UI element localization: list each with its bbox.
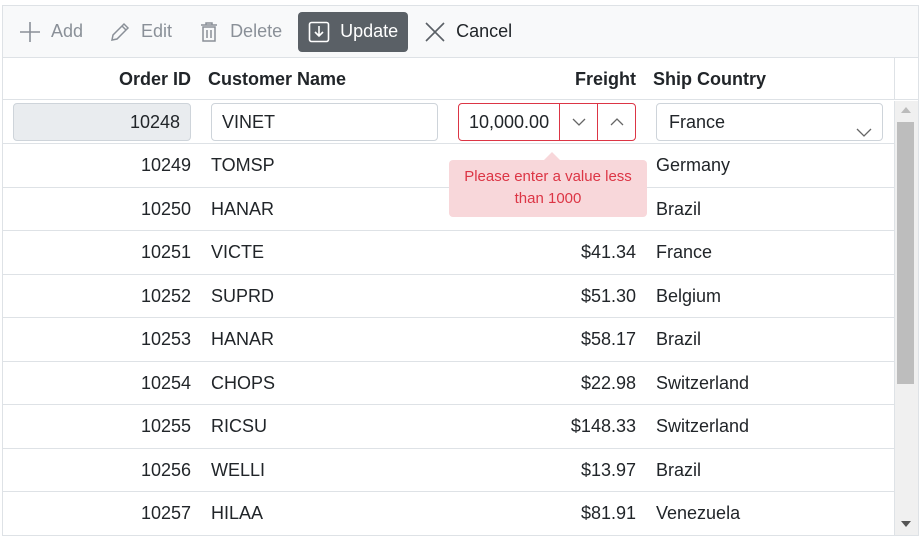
header-scrollbar-spacer	[894, 58, 918, 100]
cell-freight: $51.30	[580, 285, 636, 306]
chevron-up-icon	[610, 118, 623, 126]
cell-customer-name: CHOPS	[211, 372, 276, 393]
save-icon	[308, 21, 330, 43]
cell-customer-name: WELLI	[211, 459, 266, 480]
cell-order-id: 10252	[140, 285, 191, 306]
header-order-id[interactable]: Order ID	[3, 58, 191, 100]
scroll-up-arrow-icon[interactable]	[901, 107, 911, 113]
add-button[interactable]: Add	[9, 12, 93, 52]
data-grid: Add Edit Delete Update Cancel Order ID C…	[2, 5, 919, 536]
scrollbar-thumb[interactable]	[897, 122, 914, 384]
update-label: Update	[340, 21, 399, 41]
cell-freight: $148.33	[570, 416, 636, 436]
cell-ship-country: France	[656, 242, 713, 262]
table-row[interactable]: 10252 SUPRD $51.30 Belgium	[3, 275, 894, 318]
cancel-button[interactable]: Cancel	[414, 12, 522, 52]
cell-freight: $58.17	[580, 329, 636, 349]
table-row[interactable]: 10253 HANAR $58.17 Brazil	[3, 318, 894, 362]
header-ship-country[interactable]: Ship Country	[653, 58, 883, 100]
cell-freight: $22.98	[580, 372, 636, 393]
edit-button[interactable]: Edit	[99, 12, 182, 52]
table-row[interactable]: 10254 CHOPS $22.98 Switzerland	[3, 362, 894, 405]
cell-customer-name: SUPRD	[211, 285, 275, 306]
ship-country-value: France	[669, 112, 726, 132]
spin-up-button[interactable]	[597, 104, 635, 140]
cell-order-id: 10251	[140, 242, 191, 262]
cell-order-id: 10255	[140, 416, 191, 436]
spin-down-button[interactable]	[559, 104, 597, 140]
cell-customer-name: RICSU	[211, 416, 268, 436]
vertical-scrollbar[interactable]	[894, 101, 918, 535]
freight-value[interactable]: 10,000.00	[459, 104, 559, 140]
cell-order-id: 10253	[140, 329, 191, 349]
cell-freight: $41.34	[580, 242, 636, 262]
cell-ship-country: Brazil	[656, 329, 702, 349]
cell-ship-country: Switzerland	[656, 416, 750, 436]
order-id-input[interactable]: 10248	[13, 103, 191, 141]
table-row[interactable]: 10255 RICSU $148.33 Switzerland	[3, 405, 894, 449]
delete-button[interactable]: Delete	[188, 12, 292, 52]
table-row[interactable]: 10257 HILAA $81.91 Venezuela	[3, 492, 894, 535]
customer-name-input[interactable]: VINET	[211, 103, 438, 141]
cell-customer-name: HANAR	[211, 329, 275, 349]
cancel-label: Cancel	[456, 21, 513, 41]
cell-order-id: 10257	[140, 503, 191, 523]
pencil-icon	[109, 21, 131, 43]
cell-ship-country: Germany	[656, 155, 731, 175]
table-row[interactable]: 10251 VICTE $41.34 France	[3, 231, 894, 275]
freight-numeric-input[interactable]: 10,000.00	[458, 103, 636, 141]
add-label: Add	[51, 21, 84, 41]
cell-order-id: 10249	[140, 155, 191, 175]
delete-label: Delete	[230, 21, 283, 41]
edit-label: Edit	[141, 21, 173, 41]
cell-customer-name: HILAA	[211, 503, 264, 523]
table-row[interactable]: 10256 WELLI $13.97 Brazil	[3, 449, 894, 492]
trash-icon	[198, 21, 220, 43]
cell-order-id: 10256	[140, 459, 191, 480]
cell-ship-country: Switzerland	[656, 372, 750, 393]
cell-ship-country: Belgium	[656, 285, 722, 306]
cell-ship-country: Venezuela	[656, 503, 741, 523]
cell-ship-country: Brazil	[656, 459, 702, 480]
cell-freight: $81.91	[580, 503, 636, 523]
cell-customer-name: TOMSP	[211, 155, 275, 175]
header-freight[interactable]: Freight	[453, 58, 636, 100]
cell-order-id: 10254	[140, 372, 191, 393]
close-icon	[424, 21, 446, 43]
header-customer-name[interactable]: Customer Name	[208, 58, 448, 100]
cell-ship-country: Brazil	[656, 198, 702, 219]
plus-icon	[19, 21, 41, 43]
scroll-down-arrow-icon[interactable]	[901, 521, 911, 527]
edit-row: 10248 VINET 10,000.00 France	[3, 101, 894, 144]
validation-tooltip: Please enter a value less than 1000	[449, 152, 647, 217]
update-button[interactable]: Update	[298, 11, 409, 52]
grid-header: Order ID Customer Name Freight Ship Coun…	[3, 58, 918, 100]
cell-customer-name: HANAR	[211, 198, 275, 219]
ship-country-dropdown[interactable]: France	[656, 103, 883, 141]
cell-order-id: 10250	[140, 198, 191, 219]
cell-customer-name: VICTE	[211, 242, 265, 262]
cell-freight: $13.97	[580, 459, 636, 480]
chevron-down-icon	[572, 118, 585, 126]
toolbar: Add Edit Delete Update Cancel	[3, 6, 918, 58]
